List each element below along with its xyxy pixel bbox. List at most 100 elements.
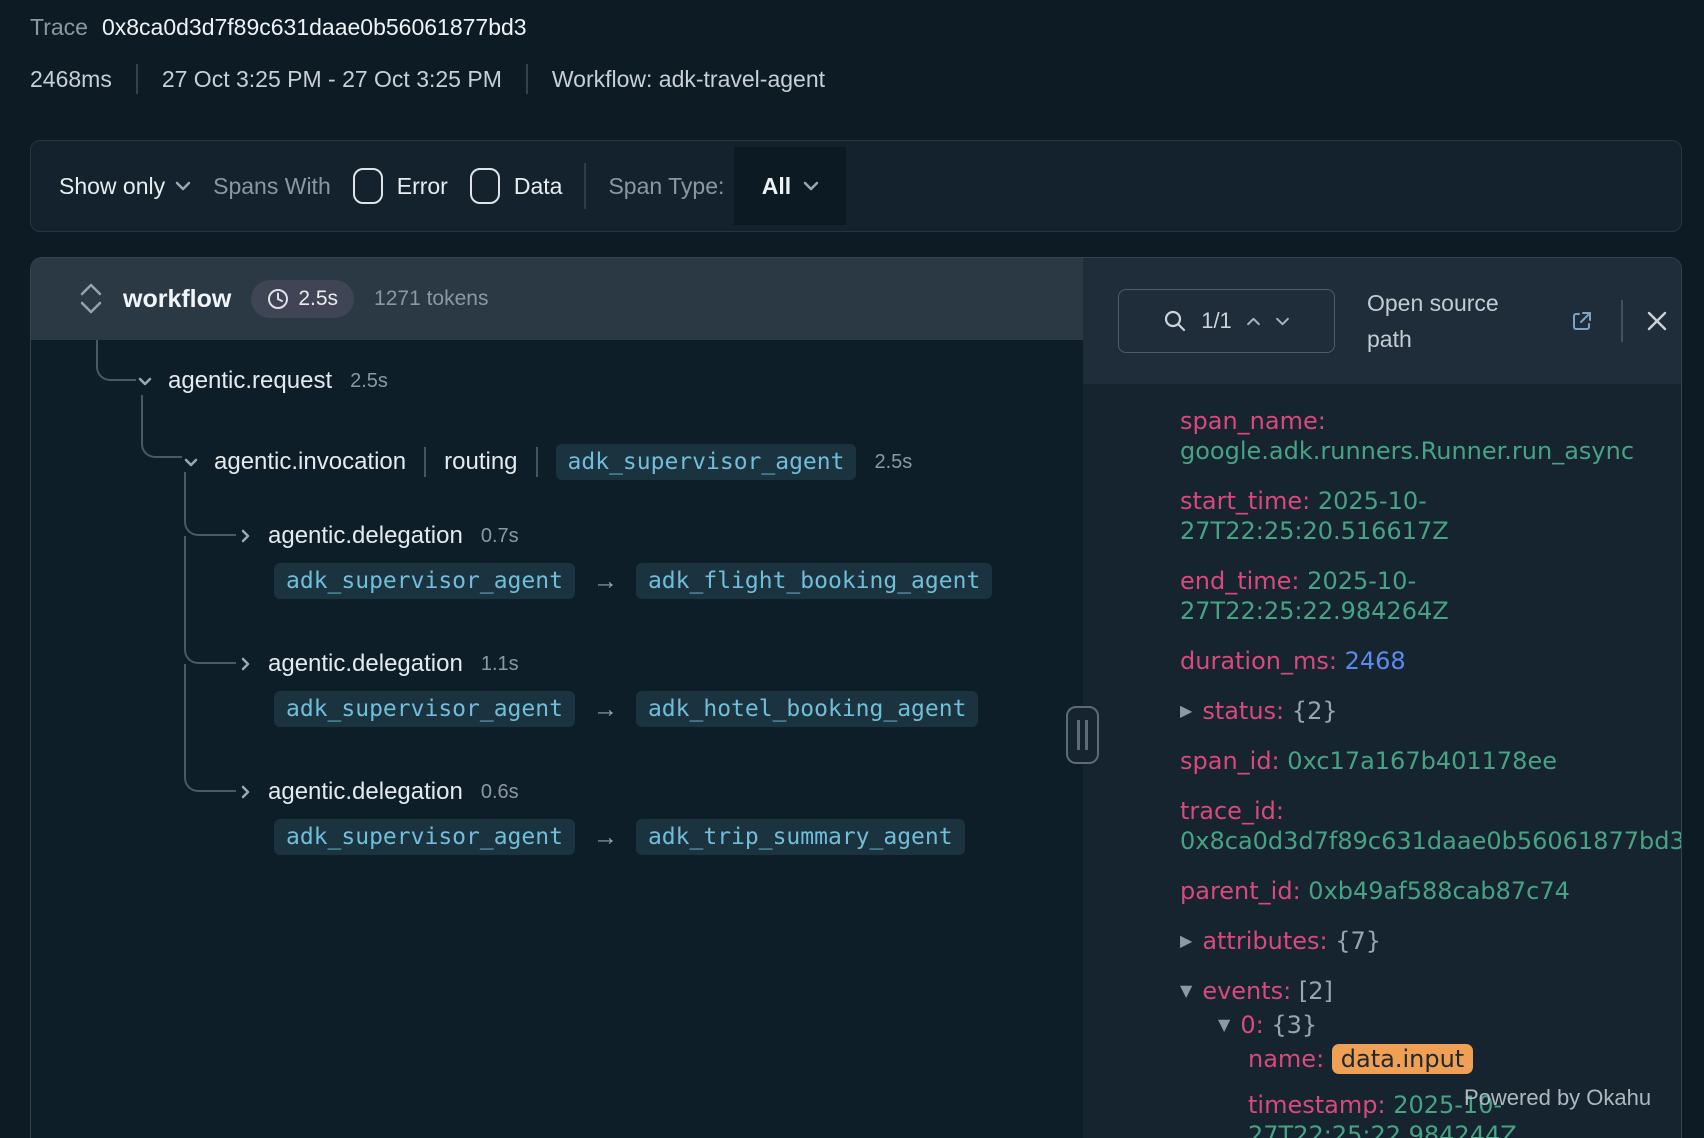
open-source-path-link[interactable]: Open source path [1367,285,1539,357]
tree-connector [184,472,236,536]
span-duration: 0.6s [481,781,519,804]
field-key: events: [1202,977,1291,1005]
trace-id-value: 0x8ca0d3d7f89c631daae0b56061877bd3 [102,14,527,41]
expand-triangle-icon[interactable]: ▶ [1180,931,1192,950]
divider [136,64,138,94]
chevron-down-icon[interactable] [1275,317,1290,326]
span-name: agentic.delegation [268,778,463,806]
arrow-right-icon: → [593,823,618,852]
chevron-right-icon[interactable] [236,655,254,673]
field-key: parent_id: [1180,877,1301,905]
divider [424,447,426,477]
span-row-delegation-2[interactable]: agentic.delegation 1.1s [236,650,519,678]
divider [536,447,538,477]
tree-connector [184,536,236,664]
detail-search-box[interactable]: 1/1 [1118,289,1335,353]
field-value: {3} [1271,1011,1317,1039]
field-value: [2] [1299,977,1333,1005]
field-value: 0xc17a167b401178ee [1287,747,1557,775]
span-type-value: All [762,173,791,200]
field-value: 0x8ca0d3d7f89c631daae0b56061877bd3 [1180,827,1681,855]
workflow-title: workflow [123,285,231,314]
span-detail-json: span_name: google.adk.runners.Runner.run… [1083,384,1681,1138]
chevron-right-icon[interactable] [236,783,254,801]
trace-time-range: 27 Oct 3:25 PM - 27 Oct 3:25 PM [162,66,502,93]
data-label: Data [514,173,563,200]
span-duration: 1.1s [481,653,519,676]
expand-triangle-icon[interactable]: ▶ [1180,701,1192,720]
field-key: trace_id: [1180,797,1284,825]
highlighted-value: data.input [1332,1044,1473,1074]
field-start-time: start_time: 2025-10-27T22:25:20.516617Z [1180,486,1681,546]
field-event-0: ▼ 0: {3} [1180,1010,1681,1040]
show-only-dropdown[interactable]: Show only [59,173,191,200]
field-parent-id: parent_id: 0xb49af588cab87c74 [1180,876,1681,906]
chevron-down-icon [175,181,191,191]
field-key: name: [1248,1045,1324,1073]
expand-collapse-all-icon[interactable] [79,282,103,316]
chevron-down-icon[interactable] [136,372,154,390]
span-row-delegation-3[interactable]: agentic.delegation 0.6s [236,778,519,806]
error-label: Error [397,173,448,200]
workflow-header: workflow 2.5s 1271 tokens [31,258,1083,340]
error-checkbox[interactable] [353,168,383,204]
arrow-right-icon: → [593,695,618,724]
agent-chip-from: adk_supervisor_agent [274,691,575,727]
span-row-invocation[interactable]: agentic.invocation routing adk_superviso… [182,444,912,480]
field-key: span_name: [1180,407,1326,435]
external-link-icon[interactable] [1569,308,1595,334]
field-end-time: end_time: 2025-10-27T22:25:22.984264Z [1180,566,1681,626]
tree-connector [141,395,182,458]
span-name: agentic.delegation [268,522,463,550]
field-key: attributes: [1202,927,1327,955]
data-checkbox[interactable] [470,168,500,204]
filter-bar: Show only Spans With Error Data Span Typ… [30,140,1682,232]
field-span-id: span_id: 0xc17a167b401178ee [1180,746,1681,776]
field-attributes: ▶attributes: {7} [1180,926,1681,956]
field-event-name: name: data.input [1180,1044,1681,1074]
workflow-tokens: 1271 tokens [374,287,488,311]
trace-viewer-panel: workflow 2.5s 1271 tokens agentic.reques… [30,257,1682,1138]
field-key: end_time: [1180,567,1300,595]
span-tree-pane: workflow 2.5s 1271 tokens agentic.reques… [31,258,1083,1138]
field-value: 0xb49af588cab87c74 [1308,877,1570,905]
field-value: 2468 [1345,647,1406,675]
delegation-agents-3: adk_supervisor_agent → adk_trip_summary_… [274,819,965,855]
workflow-duration: 2.5s [298,287,338,311]
chevron-down-icon[interactable] [182,453,200,471]
divider [1621,300,1623,342]
workflow-duration-pill: 2.5s [251,280,354,318]
span-duration: 2.5s [874,451,912,474]
agent-chip-from: adk_supervisor_agent [274,819,575,855]
chevron-up-icon[interactable] [1246,317,1261,326]
span-name: agentic.delegation [268,650,463,678]
field-value: google.adk.runners.Runner.run_async [1180,437,1634,465]
span-type-select[interactable]: All [734,147,846,225]
field-span-name: span_name: google.adk.runners.Runner.run… [1180,406,1681,466]
span-row-request[interactable]: agentic.request 2.5s [136,367,388,395]
chevron-down-icon [803,181,819,191]
tree-connector [96,340,136,381]
span-row-delegation-1[interactable]: agentic.delegation 0.7s [236,522,519,550]
show-only-label: Show only [59,173,165,200]
collapse-triangle-icon[interactable]: ▼ [1218,1015,1230,1034]
span-duration: 0.7s [481,525,519,548]
agent-chip-to: adk_flight_booking_agent [636,563,992,599]
field-key: start_time: [1180,487,1310,515]
divider [584,163,586,209]
pane-resize-handle[interactable] [1066,706,1099,764]
close-icon[interactable] [1645,309,1669,333]
delegation-agents-1: adk_supervisor_agent → adk_flight_bookin… [274,563,992,599]
span-duration: 2.5s [350,370,388,393]
field-key: 0: [1240,1011,1263,1039]
search-match-count: 1/1 [1201,308,1232,334]
detail-toolbar: 1/1 Open source path [1083,258,1681,384]
arrow-right-icon: → [593,567,618,596]
field-events: ▼ events: [2] [1180,976,1681,1006]
field-key: timestamp: [1248,1091,1386,1119]
collapse-triangle-icon[interactable]: ▼ [1180,981,1192,1000]
field-key: duration_ms: [1180,647,1337,675]
agent-chip-to: adk_hotel_booking_agent [636,691,979,727]
field-trace-id: trace_id: 0x8ca0d3d7f89c631daae0b5606187… [1180,796,1681,856]
chevron-right-icon[interactable] [236,527,254,545]
